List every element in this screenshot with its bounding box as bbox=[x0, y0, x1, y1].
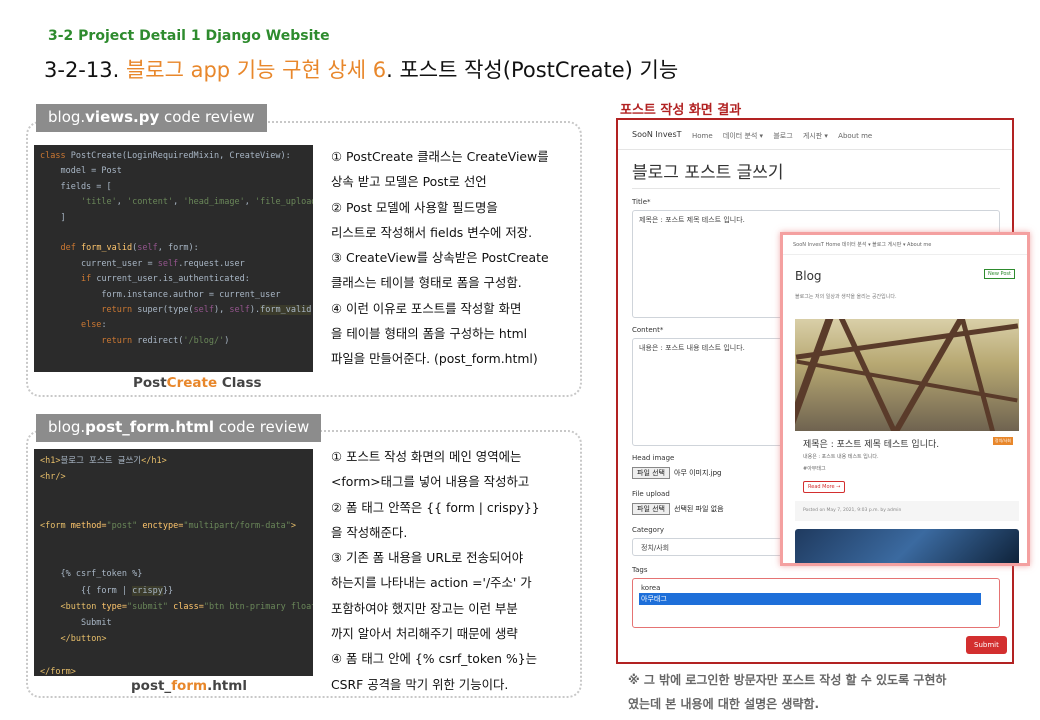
form-desc-line: 하는지를 나타내는 action ='/주소' 가 bbox=[331, 575, 532, 591]
nav-item-data[interactable]: 데이터 분석 ▾ bbox=[723, 132, 763, 140]
overlay-navbar: SooN InvesT Home 데이터 분석 ▾ 블로그 게시판 ▾ Abou… bbox=[783, 235, 1027, 255]
post-head-image bbox=[795, 319, 1019, 431]
views-desc-line: 리스트로 작성해서 fields 변수에 저장. bbox=[331, 224, 533, 240]
post-card-footer: Posted on May 7, 2021, 9:03 p.m. by admi… bbox=[795, 501, 1019, 521]
category-badge: 정치/사회 bbox=[992, 437, 1013, 445]
head-image-label: Head image bbox=[632, 454, 675, 462]
category-label: Category bbox=[632, 526, 664, 534]
form-page-title: 블로그 포스트 글쓰기 bbox=[632, 163, 784, 183]
views-desc-line: 클래스는 테이블 형태로 폼을 구성함. bbox=[331, 275, 522, 291]
title-label: Title* bbox=[632, 198, 651, 206]
views-desc-line: ④ 이런 이유로 포스트를 작성할 화면 bbox=[331, 300, 522, 316]
tags-label: Tags bbox=[632, 566, 648, 574]
tag-option-selected[interactable]: 아무태그 bbox=[639, 593, 981, 605]
form-description: ① 포스트 작성 화면의 메인 영역에는 <form>태그를 넣어 내용을 작성… bbox=[331, 444, 540, 697]
form-caption-b: form bbox=[171, 678, 208, 694]
blog-list-overlay: SooN InvesT Home 데이터 분석 ▾ 블로그 게시판 ▾ Abou… bbox=[780, 232, 1030, 566]
tags-multiselect[interactable]: korea 아무태그 bbox=[632, 578, 1000, 628]
nav-item-home[interactable]: Home bbox=[692, 132, 713, 140]
nav-item-about[interactable]: About me bbox=[838, 132, 872, 140]
views-description: ① PostCreate 클래스는 CreateView를 상속 받고 모델은 … bbox=[331, 144, 549, 372]
views-code-block: class PostCreate(LoginRequiredMixin, Cre… bbox=[34, 145, 313, 372]
page-title: 3-2-13. 블로그 app 기능 구현 상세 6. 포스트 작성(PostC… bbox=[44, 54, 678, 84]
views-desc-line: ③ CreateView를 상속받은 PostCreate bbox=[331, 250, 549, 266]
navbar-items: Home 데이터 분석 ▾ 블로그 게시판 ▾ About me bbox=[692, 131, 880, 141]
section-subtitle: 3-2 Project Detail 1 Django Website bbox=[48, 28, 330, 44]
overlay-blog-subtitle: 블로그는 저의 일상과 생각을 올리는 공간입니다. bbox=[795, 294, 897, 300]
form-tag-prefix: blog. bbox=[48, 418, 86, 436]
tag-option[interactable]: korea bbox=[639, 583, 993, 593]
nav-item-board[interactable]: 게시판 ▾ bbox=[803, 132, 828, 140]
form-tag-bold: post_form.html bbox=[85, 418, 214, 436]
views-desc-line: ① PostCreate 클래스는 CreateView를 bbox=[331, 149, 549, 164]
views-tag-suffix: code review bbox=[159, 108, 255, 126]
form-desc-line: ④ 폼 태그 안에 {% csrf_token %}는 bbox=[331, 651, 538, 667]
title-prefix: 3-2-13. bbox=[44, 58, 120, 82]
read-more-button[interactable]: Read More → bbox=[803, 481, 846, 493]
file-upload-filename: 선택된 파일 없음 bbox=[674, 505, 724, 513]
post-card-content: 내용은 : 포스트 내용 테스트 입니다. bbox=[803, 454, 879, 460]
form-review-tag: blog.post_form.html code review bbox=[36, 414, 322, 442]
form-tag-suffix: code review bbox=[213, 418, 310, 436]
views-desc-line: 파일을 만들어준다. (post_form.html) bbox=[331, 351, 538, 367]
form-divider bbox=[632, 188, 1000, 189]
views-tag-prefix: blog. bbox=[48, 108, 86, 126]
overlay-blog-title: Blog bbox=[795, 269, 822, 283]
post-card-title[interactable]: 제목은 : 포스트 제목 테스트 입니다. bbox=[803, 437, 939, 450]
views-review-tag: blog.views.py code review bbox=[36, 104, 267, 132]
views-desc-line: 상속 받고 모델은 Post로 선언 bbox=[331, 174, 487, 190]
head-image-file-input[interactable]: 파일 선택 아무 이미지.jpg bbox=[632, 467, 722, 479]
form-desc-line: CSRF 공격을 막기 위한 기능이다. bbox=[331, 676, 509, 692]
nav-item-blog[interactable]: 블로그 bbox=[773, 132, 792, 140]
views-caption-b: Create bbox=[166, 375, 218, 391]
views-desc-line: ② Post 모델에 사용할 필드명을 bbox=[331, 199, 498, 215]
form-desc-line: 까지 알아서 처리해주기 때문에 생략 bbox=[331, 626, 518, 642]
result-navbar: SooN InvesT Home 데이터 분석 ▾ 블로그 게시판 ▾ Abou… bbox=[618, 120, 1012, 150]
form-desc-line: 을 작성해준다. bbox=[331, 524, 408, 540]
footnote-line: ※ 그 밖에 로그인한 방문자만 포스트 작성 할 수 있도록 구현하 bbox=[628, 673, 947, 687]
form-code-block: <h1>블로그 포스트 글쓰기</h1> <hr/> <form method=… bbox=[34, 449, 313, 676]
head-image-choose-button[interactable]: 파일 선택 bbox=[632, 467, 670, 479]
views-desc-line: 을 테이블 형태의 폼을 구성하는 html bbox=[331, 326, 528, 342]
views-caption: PostCreate Class bbox=[133, 375, 262, 391]
navbar-brand[interactable]: SooN InvesT bbox=[632, 130, 682, 139]
form-desc-line: 포함하여야 했지만 장고는 이런 부분 bbox=[331, 600, 518, 616]
file-upload-label: File upload bbox=[632, 490, 670, 498]
views-caption-c: Class bbox=[217, 375, 262, 391]
form-caption: post_form.html bbox=[131, 678, 247, 694]
title-highlight: 블로그 app 기능 구현 상세 6 bbox=[125, 58, 387, 82]
footnote: ※ 그 밖에 로그인한 방문자만 포스트 작성 할 수 있도록 구현하 였는데 … bbox=[628, 668, 946, 716]
form-desc-line: ③ 기존 폼 내용을 URL로 전송되어야 bbox=[331, 550, 524, 566]
form-desc-line: ① 포스트 작성 화면의 메인 영역에는 bbox=[331, 449, 522, 464]
title-suffix: . 포스트 작성(PostCreate) 기능 bbox=[386, 58, 679, 82]
result-label: 포스트 작성 화면 결과 bbox=[620, 103, 742, 118]
new-post-button[interactable]: New Post bbox=[984, 269, 1015, 279]
form-caption-c: .html bbox=[207, 678, 247, 694]
second-post-image bbox=[795, 529, 1019, 563]
form-desc-line: ② 폼 태그 안쪽은 {{ form | crispy}} bbox=[331, 499, 540, 515]
views-tag-bold: views.py bbox=[85, 108, 160, 126]
footnote-line: 였는데 본 내용에 대한 설명은 생략함. bbox=[628, 697, 820, 711]
content-label: Content* bbox=[632, 326, 664, 334]
file-upload-input[interactable]: 파일 선택 선택된 파일 없음 bbox=[632, 503, 724, 515]
head-image-filename: 아무 이미지.jpg bbox=[674, 469, 722, 477]
form-caption-a: post_ bbox=[131, 678, 172, 694]
views-caption-a: Post bbox=[133, 375, 167, 391]
form-desc-line: <form>태그를 넣어 내용을 작성하고 bbox=[331, 474, 530, 490]
file-upload-choose-button[interactable]: 파일 선택 bbox=[632, 503, 670, 515]
submit-button[interactable]: Submit bbox=[966, 636, 1007, 654]
post-card-tag[interactable]: #아무태그 bbox=[803, 465, 826, 472]
